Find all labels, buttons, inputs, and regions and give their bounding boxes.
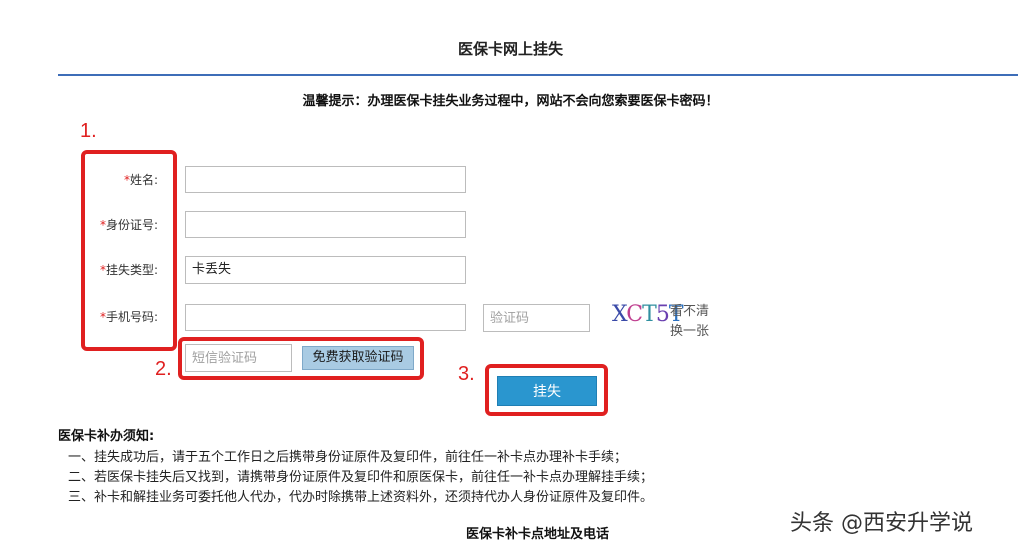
notice-line-2: 二、若医保卡挂失后又找到，请携带身份证原件及复印件和原医保卡，前往任一补卡点办理…	[68, 470, 654, 485]
step-3-annotation: 3.	[458, 363, 475, 385]
id-label: *身份证号:	[99, 218, 158, 232]
loss-type-select[interactable]: 卡丢失	[185, 256, 466, 284]
step-1-annotation: 1.	[80, 120, 97, 142]
title-divider	[58, 74, 1018, 76]
page-title: 医保卡网上挂失	[457, 40, 563, 58]
security-tip: 温馨提示：办理医保卡挂失业务过程中，网站不会向您索要医保卡密码！	[302, 94, 719, 109]
captcha-input[interactable]	[483, 304, 590, 332]
captcha-refresh-link-line2[interactable]: 换一张	[670, 320, 709, 339]
loss-type-label: *挂失类型:	[99, 263, 158, 277]
notice-title: 医保卡补办须知:	[58, 429, 155, 444]
step-2-annotation: 2.	[155, 358, 172, 380]
captcha-image[interactable]: XCT5T	[612, 302, 683, 334]
id-number-input[interactable]	[185, 211, 466, 238]
captcha-refresh-link-line1[interactable]: 看不清	[670, 300, 709, 319]
notice-line-1: 一、挂失成功后，请于五个工作日之后携带身份证原件及复印件，前往任一补卡点办理补卡…	[68, 450, 628, 465]
sms-code-input[interactable]	[185, 344, 292, 372]
name-input[interactable]	[185, 166, 466, 193]
loss-type-value: 卡丢失	[192, 262, 232, 277]
get-sms-code-button[interactable]: 免费获取验证码	[302, 346, 414, 370]
phone-label: *手机号码:	[99, 310, 158, 324]
report-loss-button[interactable]: 挂失	[497, 376, 597, 406]
name-label: *姓名:	[123, 173, 158, 187]
phone-input[interactable]	[185, 304, 466, 331]
watermark: 头条 @西安升学说	[790, 511, 973, 536]
notice-line-3: 三、补卡和解挂业务可委托他人代办，代办时除携带上述资料外，还须持代办人身份证原件…	[68, 490, 654, 505]
